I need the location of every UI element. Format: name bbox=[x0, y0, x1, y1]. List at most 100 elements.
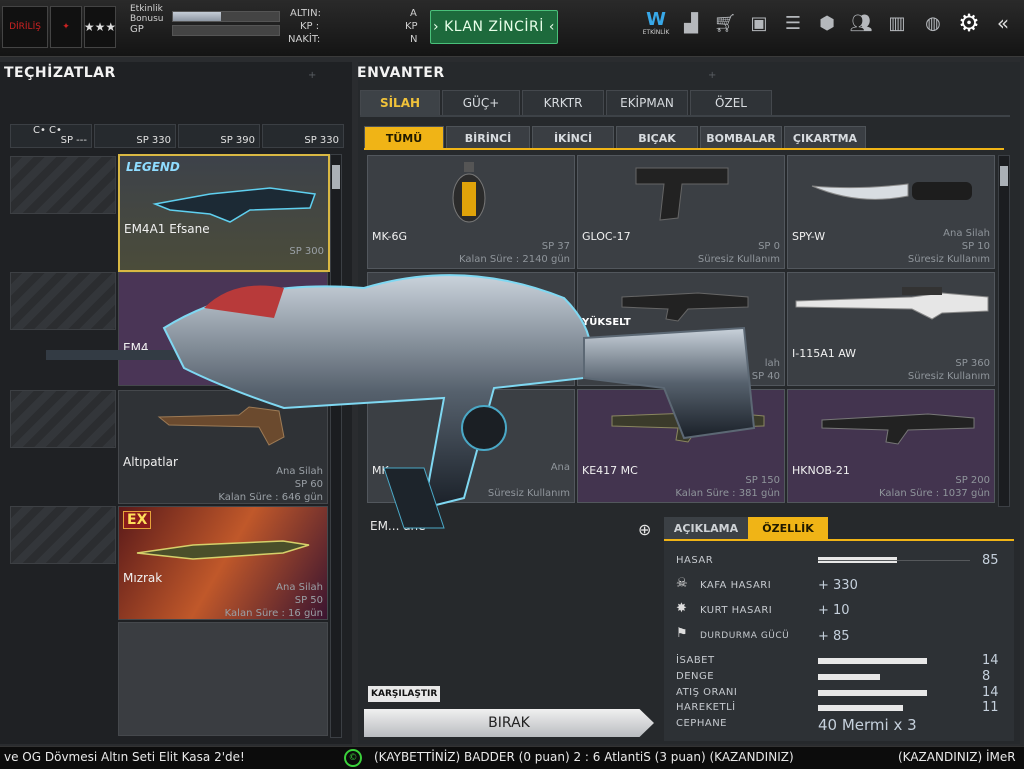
isabet-label: İSABET bbox=[676, 655, 715, 666]
equipped-weapon-card-empty[interactable] bbox=[118, 622, 328, 736]
legend-badge: LEGEND bbox=[126, 160, 180, 174]
equipment-slot-empty[interactable] bbox=[10, 156, 116, 214]
news-ticker: ve OG Dövmesi Altın Seti Elit Kasa 2'de!… bbox=[0, 746, 1024, 769]
durdurma-gucu-value: + 85 bbox=[818, 629, 850, 644]
etkinlik-bonus-label: Etkinlik Bonusu bbox=[130, 4, 164, 24]
item-time: Kalan Süre : 1037 gün bbox=[878, 488, 990, 499]
clan-emblem[interactable]: ✦ bbox=[50, 6, 82, 48]
klan-zinciri-button[interactable]: › KLAN ZİNCİRİ ‹ bbox=[430, 10, 558, 44]
loadout-tab-2-sp: SP 330 bbox=[136, 135, 171, 146]
scrollbar-thumb[interactable] bbox=[1000, 166, 1008, 186]
inventory-scrollbar[interactable] bbox=[998, 155, 1010, 507]
tab-ozellik[interactable]: ÖZELLİK bbox=[748, 517, 828, 539]
sniper-rifle-icon bbox=[795, 287, 989, 320]
logo-text: DİRİLİŞ bbox=[9, 22, 41, 32]
stats-icon[interactable]: ▥ bbox=[884, 10, 910, 36]
kp-value: KP bbox=[405, 21, 418, 32]
loadout-tab-2[interactable]: SP 330 bbox=[94, 124, 176, 148]
item-sp: SP 360 bbox=[955, 358, 990, 369]
zoom-in-icon[interactable]: ⊕ bbox=[638, 520, 651, 539]
item-time: Süresiz Kullanım bbox=[907, 254, 990, 265]
item-name: GLOC-17 bbox=[582, 230, 631, 243]
chevron-left-icon: ‹ bbox=[548, 19, 555, 35]
item-name: HKNOB-21 bbox=[792, 464, 850, 477]
shop-cart-icon[interactable]: 🛒︎ bbox=[712, 10, 738, 36]
item-type: Ana Silah bbox=[943, 228, 990, 239]
friends-icon[interactable]: 👥︎ bbox=[848, 10, 874, 36]
loadout-tab-4-sp: SP 330 bbox=[304, 135, 339, 146]
kurt-hasari-value: + 10 bbox=[818, 603, 850, 618]
ticker-far-right-text: (KAZANDINIZ) İMeR bbox=[898, 750, 1016, 764]
assault-rifle-icon bbox=[821, 413, 975, 445]
subtab-tumu[interactable]: TÜMÜ bbox=[364, 126, 444, 150]
weapon-thumbnail bbox=[152, 187, 317, 223]
loadout-tab-1-sp: SP --- bbox=[60, 135, 87, 146]
subtab-ikinci[interactable]: İKİNCİ bbox=[532, 126, 614, 150]
weapon-sp: SP 300 bbox=[289, 246, 324, 257]
inventory-item[interactable]: MK-6G SP 37 Kalan Süre : 2140 gün bbox=[367, 155, 575, 269]
weapon-name: EM4A1 Efsane bbox=[124, 222, 210, 236]
tab-guc[interactable]: GÜÇ+ bbox=[442, 90, 520, 116]
tab-krktr[interactable]: KRKTR bbox=[522, 90, 604, 116]
top-bar: DİRİLİŞ ✦ ★★★ Etkinlik Bonusu GP ALTIN: … bbox=[0, 0, 1024, 57]
isabet-bar bbox=[818, 658, 927, 664]
hareketli-label: HAREKETLİ bbox=[676, 702, 736, 713]
tab-ekipman[interactable]: EKİPMAN bbox=[606, 90, 688, 116]
tab-divider bbox=[360, 115, 1010, 117]
inventory-item[interactable]: GLOC-17 SP 0 Süresiz Kullanım bbox=[577, 155, 785, 269]
loadout-tab-4[interactable]: SP 330 bbox=[262, 124, 344, 148]
atis-orani-label: ATIŞ ORANI bbox=[676, 687, 738, 698]
weapon-time: Kalan Süre : 16 gün bbox=[224, 608, 323, 619]
wolf-icon: ✸ bbox=[676, 601, 687, 616]
equipped-weapon-card[interactable]: LEGEND EM4A1 Efsane SP 300 bbox=[118, 154, 330, 272]
box-icon[interactable]: ⬢ bbox=[814, 10, 840, 36]
skull-icon: ☠ bbox=[676, 576, 688, 591]
cephane-label: CEPHANE bbox=[676, 718, 727, 729]
game-logo: DİRİLİŞ bbox=[2, 6, 48, 48]
kafa-hasari-value: + 330 bbox=[818, 578, 858, 593]
weapon-sp: SP 50 bbox=[294, 595, 323, 606]
chevron-right-icon: › bbox=[433, 19, 440, 35]
subtab-birinci[interactable]: BİRİNCİ bbox=[446, 126, 530, 150]
hareketli-value: 11 bbox=[982, 700, 999, 715]
item-sp: SP 200 bbox=[955, 475, 990, 486]
subtab-underline bbox=[364, 148, 1004, 150]
etkinlik-icon[interactable]: W ETKİNLİK bbox=[640, 6, 672, 40]
inventory-item[interactable]: I-115A1 AW SP 360 Süresiz Kullanım bbox=[787, 272, 995, 386]
ranking-icon[interactable]: ▟ bbox=[678, 10, 704, 36]
denge-bar bbox=[818, 674, 880, 680]
globe-icon[interactable]: ◍ bbox=[920, 10, 946, 36]
settings-gear-icon[interactable]: ⚙ bbox=[956, 9, 982, 37]
altin-label: ALTIN: bbox=[290, 8, 321, 19]
equipment-title: TEÇHİZATLAR bbox=[4, 65, 116, 81]
denge-label: DENGE bbox=[676, 671, 715, 682]
tab-silah[interactable]: SİLAH bbox=[360, 90, 440, 116]
loadout-tab-3[interactable]: SP 390 bbox=[178, 124, 260, 148]
ticker-match-text: (KAYBETTİNİZ) BADDER (0 puan) 2 : 6 Atla… bbox=[374, 750, 794, 764]
tab-aciklama[interactable]: AÇIKLAMA bbox=[664, 517, 748, 539]
ticker-left-text: ve OG Dövmesi Altın Seti Elit Kasa 2'de! bbox=[4, 750, 245, 764]
compare-button[interactable]: KARŞILAŞTIR bbox=[368, 686, 441, 702]
tab-ozel[interactable]: ÖZEL bbox=[690, 90, 772, 116]
stop-power-icon: ⚑ bbox=[676, 626, 688, 641]
nakit-label: NAKİT: bbox=[288, 34, 321, 45]
missions-icon[interactable]: ☰ bbox=[780, 10, 806, 36]
knife-icon bbox=[811, 182, 972, 200]
subtab-bombalar[interactable]: BOMBALAR bbox=[700, 126, 782, 150]
item-sp: SP 0 bbox=[758, 241, 780, 252]
inventory-case-icon[interactable]: ▣ bbox=[746, 10, 772, 36]
back-arrow-icon[interactable]: « bbox=[990, 10, 1016, 36]
drop-button[interactable]: BIRAK bbox=[364, 709, 654, 737]
hasar-label: HASAR bbox=[676, 555, 714, 566]
inventory-item[interactable]: SPY-W Ana Silah SP 10 Süresiz Kullanım bbox=[787, 155, 995, 269]
inventory-item[interactable]: HKNOB-21 SP 200 Kalan Süre : 1037 gün bbox=[787, 389, 995, 503]
scrollbar-thumb[interactable] bbox=[332, 165, 340, 189]
etkinlik-icon-label: ETKİNLİK bbox=[642, 28, 670, 36]
nakit-value: N bbox=[410, 34, 418, 45]
subtab-cikartma[interactable]: ÇIKARTMA bbox=[784, 126, 866, 150]
subtab-bicak[interactable]: BIÇAK bbox=[616, 126, 698, 150]
kurt-hasari-label: KURT HASARI bbox=[700, 605, 773, 616]
hasar-value: 85 bbox=[982, 553, 999, 568]
loadout-tab-1[interactable]: C• C• SP --- bbox=[10, 124, 92, 148]
hareketli-bar bbox=[818, 705, 903, 711]
